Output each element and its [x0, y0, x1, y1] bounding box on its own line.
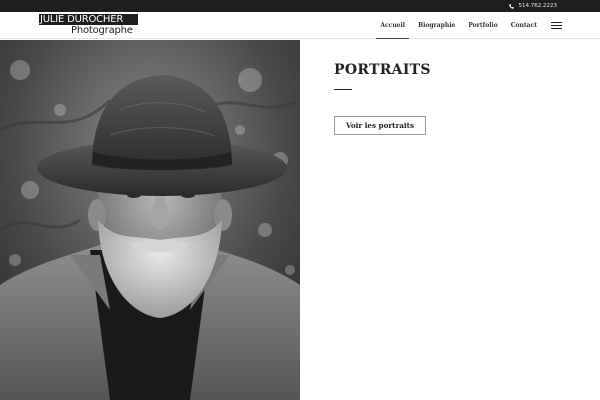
phone-icon — [508, 3, 514, 9]
page-title: PORTRAITS — [334, 62, 431, 78]
top-bar: 514.762.2223 — [0, 0, 600, 12]
site-logo[interactable]: JULIE DUROCHER Photographe — [39, 14, 138, 37]
view-portraits-button[interactable]: Voir les portraits — [334, 116, 426, 135]
phone-number[interactable]: 514.762.2223 — [519, 3, 558, 9]
nav-item-biographie[interactable]: Biographie — [418, 12, 455, 39]
main-nav: Accueil Biographie Portfolio Contact — [367, 12, 562, 39]
logo-name: JULIE DUROCHER — [39, 14, 138, 25]
nav-item-contact[interactable]: Contact — [511, 12, 537, 39]
phone-contact[interactable]: 514.762.2223 — [508, 0, 558, 12]
hamburger-menu-icon[interactable] — [551, 22, 562, 29]
site-header: JULIE DUROCHER Photographe Accueil Biogr… — [0, 12, 600, 39]
nav-item-portfolio[interactable]: Portfolio — [468, 12, 497, 39]
nav-item-accueil[interactable]: Accueil — [376, 12, 409, 39]
title-divider — [334, 89, 352, 91]
hero-portrait-photo — [0, 40, 300, 400]
portrait-image — [0, 40, 300, 400]
logo-subtitle: Photographe — [71, 25, 133, 36]
